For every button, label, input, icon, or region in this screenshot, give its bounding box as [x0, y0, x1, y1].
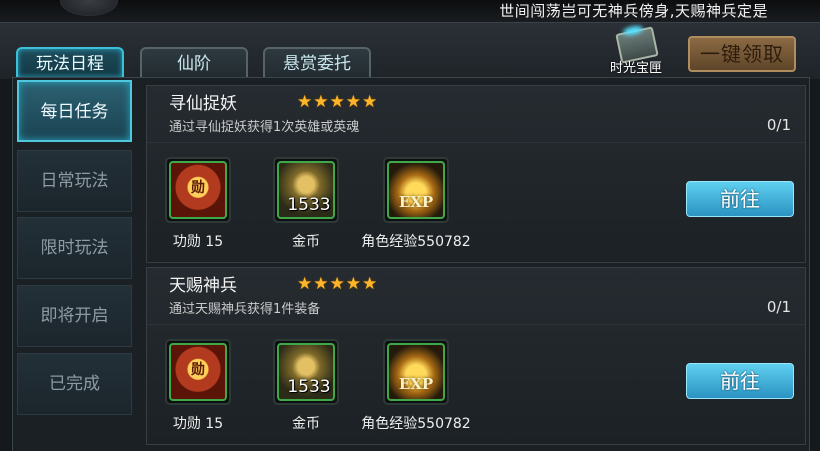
exp-icon: EXP: [387, 343, 445, 401]
sidebar-item-completed[interactable]: 已完成: [17, 353, 132, 415]
quest-card: 天赐神兵 ★★★★★ 通过天赐神兵获得1件装备 0/1 勋 功勋 15 1533…: [146, 267, 806, 445]
medal-glyph: 勋: [191, 180, 205, 196]
quest-description: 通过天赐神兵获得1件装备: [169, 302, 321, 317]
go-button[interactable]: 前往: [686, 181, 794, 217]
banner-text: 世间闯荡岂可无神兵傍身,天赐神兵定是: [499, 2, 768, 20]
reward-label: 角色经验550782: [361, 234, 471, 250]
treasure-box-button[interactable]: 时光宝匣: [604, 24, 668, 78]
medal-glyph: 勋: [191, 362, 205, 378]
reward-label: 角色经验550782: [361, 416, 471, 432]
tab-schedule[interactable]: 玩法日程: [16, 47, 124, 77]
reward-slot-exp[interactable]: EXP: [383, 157, 449, 223]
reward-count: 1533: [287, 195, 331, 215]
reward-slot-exp[interactable]: EXP: [383, 339, 449, 405]
merit-medal-icon: 勋: [169, 343, 227, 401]
tab-bounty[interactable]: 悬赏委托: [263, 47, 371, 77]
exp-glyph: EXP: [398, 375, 434, 393]
sidebar-item-limited-time[interactable]: 限时玩法: [17, 217, 132, 279]
card-divider: [147, 142, 805, 143]
quest-card: 寻仙捉妖 ★★★★★ 通过寻仙捉妖获得1次英雄或英魂 0/1 勋 功勋 15 1…: [146, 85, 806, 263]
quest-title: 天赐神兵: [169, 276, 237, 296]
go-button[interactable]: 前往: [686, 363, 794, 399]
reward-slot-merit[interactable]: 勋: [165, 339, 231, 405]
sidebar-item-coming-soon[interactable]: 即将开启: [17, 285, 132, 347]
quest-progress: 0/1: [766, 116, 791, 134]
tab-immortal-rank[interactable]: 仙阶: [140, 47, 248, 77]
sidebar-item-daily-tasks[interactable]: 每日任务: [17, 80, 132, 142]
reward-label: 功勋 15: [172, 234, 224, 250]
star-rating: ★★★★★: [297, 92, 379, 112]
reward-slot-merit[interactable]: 勋: [165, 157, 231, 223]
merit-medal-icon: 勋: [169, 161, 227, 219]
sidebar-item-routine[interactable]: 日常玩法: [17, 150, 132, 212]
reward-slot-gold[interactable]: 1533: [273, 339, 339, 405]
quest-title: 寻仙捉妖: [169, 94, 237, 114]
card-divider: [147, 324, 805, 325]
exp-icon: EXP: [387, 161, 445, 219]
reward-label: 金币: [292, 234, 320, 250]
reward-slot-gold[interactable]: 1533: [273, 157, 339, 223]
top-banner: 世间闯荡岂可无神兵傍身,天赐神兵定是: [0, 0, 820, 22]
quest-description: 通过寻仙捉妖获得1次英雄或英魂: [169, 120, 360, 135]
reward-count: 1533: [287, 377, 331, 397]
claim-all-button[interactable]: 一键领取: [688, 36, 796, 72]
reward-label: 功勋 15: [172, 416, 224, 432]
quest-progress: 0/1: [766, 298, 791, 316]
exp-glyph: EXP: [398, 193, 434, 211]
treasure-label: 时光宝匣: [609, 61, 662, 76]
banner-emblem-icon: [60, 0, 118, 16]
reward-label: 金币: [292, 416, 320, 432]
star-rating: ★★★★★: [297, 274, 379, 294]
gold-coins-icon: 1533: [277, 343, 335, 401]
gold-coins-icon: 1533: [277, 161, 335, 219]
